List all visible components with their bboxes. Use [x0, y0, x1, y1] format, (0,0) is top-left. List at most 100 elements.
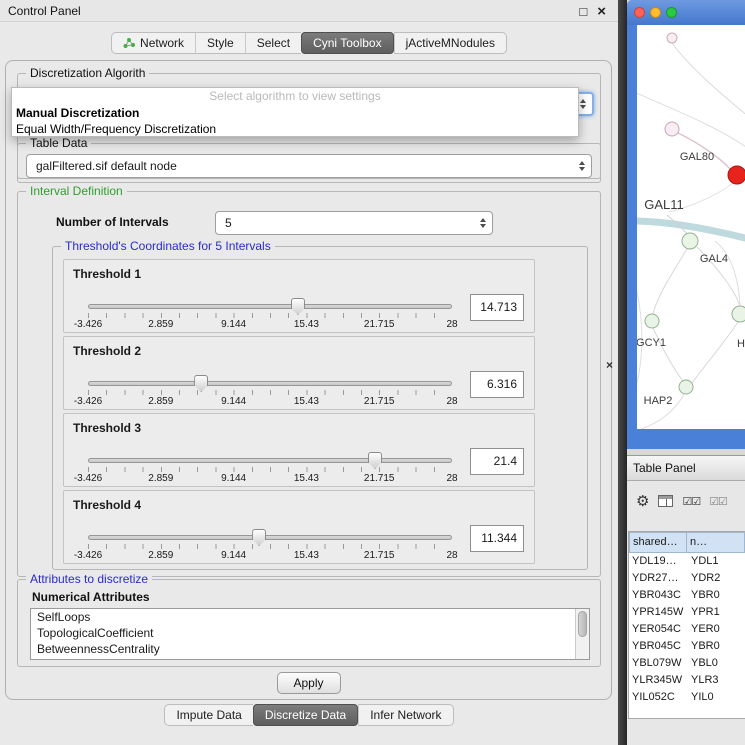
table-cell[interactable]: YDR27…	[629, 570, 687, 587]
network-node[interactable]	[728, 166, 745, 184]
network-node[interactable]	[679, 380, 693, 394]
threshold-label: Threshold 4	[73, 498, 141, 512]
numerical-attributes-list[interactable]: SelfLoopsTopologicalCoefficientBetweenne…	[30, 608, 590, 660]
group-title: Interval Definition	[26, 184, 127, 198]
table-row[interactable]: YPR145WYPR1	[629, 604, 745, 621]
number-of-intervals-combo[interactable]: 5	[215, 211, 493, 235]
table-row[interactable]: YIL052CYIL0	[629, 689, 745, 706]
show-all-columns-icon[interactable]: ☑☑	[682, 495, 700, 508]
column-header-name[interactable]: n…	[687, 532, 745, 553]
tab-label: Discretize Data	[265, 708, 346, 722]
apply-button[interactable]: Apply	[277, 672, 341, 694]
threshold-4-panel: Threshold 4 -3.4262.8599.14415.4321.7152…	[63, 490, 535, 564]
table-cell[interactable]: YBR043C	[629, 587, 687, 604]
network-node[interactable]	[682, 233, 698, 249]
list-scrollbar[interactable]	[575, 609, 589, 659]
threshold-3-slider[interactable]	[88, 458, 452, 463]
table-cell[interactable]: YPR1	[687, 604, 745, 621]
network-edge[interactable]	[653, 249, 687, 314]
select-columns-icon[interactable]: ☑☑	[709, 495, 727, 508]
table-data-combo[interactable]: galFiltered.sif default node	[26, 154, 592, 178]
slider-scale-label: 28	[446, 550, 457, 561]
table-row[interactable]: YBL079WYBL0	[629, 655, 745, 672]
attribute-list-item[interactable]: TopologicalCoefficient	[31, 625, 589, 641]
network-edge[interactable]	[692, 322, 738, 383]
tab-discretize-data[interactable]: Discretize Data	[253, 704, 358, 726]
attribute-list-item[interactable]: BetweennessCentrality	[31, 641, 589, 657]
hide-panel-icon[interactable]: ×	[606, 358, 613, 372]
table-row[interactable]: YLR345WYLR3	[629, 672, 745, 689]
threshold-4-value-field[interactable]: 11.344	[470, 525, 524, 552]
tab-impute-data[interactable]: Impute Data	[164, 704, 252, 726]
network-edge[interactable]	[637, 273, 642, 397]
threshold-2-slider[interactable]	[88, 381, 452, 386]
network-node[interactable]	[645, 314, 659, 328]
table-row[interactable]: YBR043CYBR0	[629, 587, 745, 604]
tab-label: Cyni Toolbox	[313, 36, 381, 50]
table-cell[interactable]: YBR045C	[629, 638, 687, 655]
table-cell[interactable]: YDR2	[687, 570, 745, 587]
top-tab-bar: Network Style Select Cyni Toolbox jActiv…	[0, 32, 618, 54]
table-cell[interactable]: YBL0	[687, 655, 745, 672]
threshold-3-value-field[interactable]: 21.4	[470, 448, 524, 475]
tab-network[interactable]: Network	[111, 32, 195, 54]
table-cell[interactable]: YLR3	[687, 672, 745, 689]
combo-value: 5	[225, 216, 232, 230]
table-cell[interactable]: YIL052C	[629, 689, 687, 706]
network-node[interactable]	[732, 306, 745, 322]
threshold-4-slider[interactable]	[88, 535, 452, 540]
slider-scale-label: 2.859	[148, 319, 173, 330]
network-node[interactable]	[665, 122, 679, 136]
combo-value: galFiltered.sif default node	[36, 159, 177, 173]
table-cell[interactable]: YBR0	[687, 587, 745, 604]
dropdown-option-equal-width-frequency[interactable]: Equal Width/Frequency Discretization	[12, 121, 578, 137]
zoom-traffic-light-icon[interactable]	[666, 7, 677, 18]
network-node[interactable]	[667, 33, 677, 43]
tab-select[interactable]: Select	[245, 32, 301, 54]
table-cell[interactable]: YER0	[687, 621, 745, 638]
combo-arrows-icon	[480, 218, 486, 228]
columns-icon[interactable]	[658, 495, 673, 507]
slider-scale: -3.4262.8599.14415.4321.71528	[88, 550, 452, 562]
tab-cyni-toolbox[interactable]: Cyni Toolbox	[301, 32, 393, 54]
dropdown-option-manual-discretization[interactable]: Manual Discretization	[12, 105, 578, 121]
scrollbar-thumb[interactable]	[578, 611, 587, 637]
table-cell[interactable]: YDL19…	[629, 553, 687, 570]
panel-divider[interactable]	[618, 0, 627, 745]
network-edge[interactable]	[653, 328, 683, 381]
gear-icon[interactable]: ⚙	[636, 494, 649, 509]
table-row[interactable]: YER054CYER0	[629, 621, 745, 638]
close-window-icon[interactable]: ×	[597, 4, 606, 19]
minimize-traffic-light-icon[interactable]	[650, 7, 661, 18]
close-traffic-light-icon[interactable]	[634, 7, 645, 18]
table-cell[interactable]: YLR345W	[629, 672, 687, 689]
slider-scale-label: 28	[446, 396, 457, 407]
slider-scale: -3.4262.8599.14415.4321.71528	[88, 396, 452, 408]
table-header-row: shared… n…	[629, 532, 745, 553]
table-cell[interactable]: YIL0	[687, 689, 745, 706]
table-cell[interactable]: YPR145W	[629, 604, 687, 621]
tab-jactivemodules[interactable]: jActiveMNodules	[394, 32, 507, 54]
slider-scale-label: 21.715	[364, 396, 395, 407]
tab-style[interactable]: Style	[195, 32, 245, 54]
table-cell[interactable]: YBR0	[687, 638, 745, 655]
combo-arrows-icon	[579, 161, 585, 171]
network-edge[interactable]	[672, 43, 745, 117]
threshold-1-value-field[interactable]: 14.713	[470, 294, 524, 321]
table-data-group: Table Data galFiltered.sif default node	[17, 143, 601, 183]
network-canvas[interactable]: GAL80GAL11GAL4GCY1HHAP2	[637, 25, 745, 429]
attribute-list-item[interactable]: SelfLoops	[31, 609, 589, 625]
table-cell[interactable]: YBL079W	[629, 655, 687, 672]
table-row[interactable]: YBR045CYBR0	[629, 638, 745, 655]
table-cell[interactable]: YER054C	[629, 621, 687, 638]
threshold-2-value-field[interactable]: 6.316	[470, 371, 524, 398]
group-title: Table Data	[26, 136, 91, 150]
table-row[interactable]: YDR27…YDR2	[629, 570, 745, 587]
tab-infer-network[interactable]: Infer Network	[358, 704, 453, 726]
network-node-label: GAL80	[680, 151, 714, 163]
threshold-1-slider[interactable]	[88, 304, 452, 309]
column-header-shared-name[interactable]: shared…	[629, 532, 687, 553]
table-row[interactable]: YDL19…YDL1	[629, 553, 745, 570]
table-cell[interactable]: YDL1	[687, 553, 745, 570]
float-window-icon[interactable]: □	[579, 5, 587, 18]
